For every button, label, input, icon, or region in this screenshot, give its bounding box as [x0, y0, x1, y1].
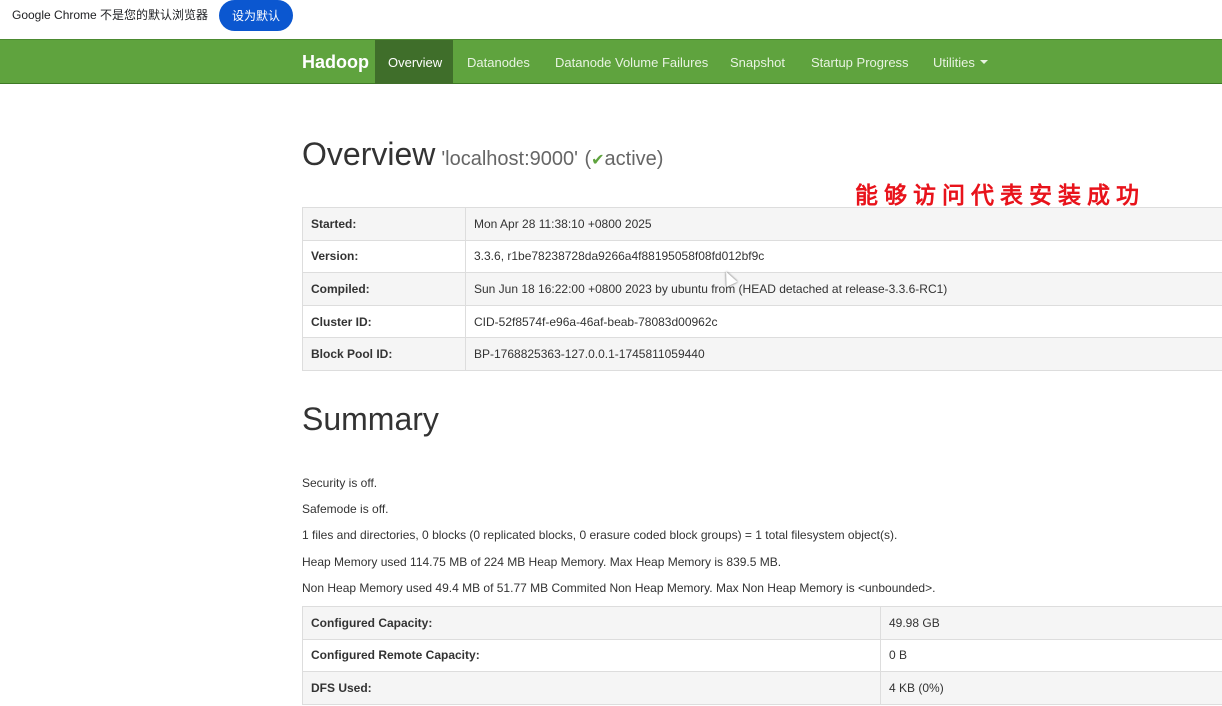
table-row: Started: Mon Apr 28 11:38:10 +0800 2025 — [302, 207, 1222, 241]
summary-line: Non Heap Memory used 49.4 MB of 51.77 MB… — [302, 581, 936, 595]
infobar-message: Google Chrome 不是您的默认浏览器 — [12, 8, 209, 22]
tab-utilities-label: Utilities — [933, 54, 975, 70]
table-row: Version: 3.3.6, r1be78238728da9266a4f881… — [302, 239, 1222, 273]
row-value: 49.98 GB — [880, 606, 1222, 640]
row-key: Cluster ID: — [302, 304, 466, 338]
summary-line: Security is off. — [302, 476, 378, 490]
tab-datanode-volume-failures[interactable]: Datanode Volume Failures — [542, 40, 721, 84]
top-navbar: Hadoop Overview Datanodes Datanode Volum… — [0, 39, 1222, 84]
row-value: 4 KB (0%) — [880, 671, 1222, 705]
row-value: CID-52f8574f-e96a-46af-beab-78083d00962c — [465, 304, 1222, 338]
set-default-button[interactable]: 设为默认 — [219, 0, 293, 31]
table-row: Configured Remote Capacity: 0 B — [302, 638, 1222, 672]
check-icon: ✔ — [591, 152, 605, 169]
row-value: 0 B — [880, 638, 1222, 672]
row-key: Compiled: — [302, 272, 466, 306]
row-value: BP-1768825363-127.0.0.1-1745811059440 — [465, 337, 1222, 371]
summary-line: Heap Memory used 114.75 MB of 224 MB Hea… — [302, 555, 782, 569]
summary-table: Configured Capacity: 49.98 GB Configured… — [302, 606, 1222, 705]
row-key: Configured Capacity: — [302, 606, 881, 640]
row-key: Started: — [302, 207, 466, 241]
tab-utilities[interactable]: Utilities — [920, 40, 1001, 84]
state-label: active) — [604, 148, 664, 170]
row-value: 3.3.6, r1be78238728da9266a4f88195058f08f… — [465, 239, 1222, 273]
summary-line: 1 files and directories, 0 blocks (0 rep… — [302, 528, 898, 542]
tab-snapshot[interactable]: Snapshot — [717, 40, 798, 84]
overview-title: Overview — [302, 136, 436, 172]
row-key: DFS Used: — [302, 671, 881, 705]
row-key: Configured Remote Capacity: — [302, 638, 881, 672]
table-row: Compiled: Sun Jun 18 16:22:00 +0800 2023… — [302, 272, 1222, 306]
summary-title: Summary — [302, 401, 439, 437]
page-title: Overview'localhost:9000' (✔active) — [302, 136, 663, 173]
table-row: Configured Capacity: 49.98 GB — [302, 606, 1222, 640]
row-value: Mon Apr 28 11:38:10 +0800 2025 — [465, 207, 1222, 241]
table-row: DFS Used: 4 KB (0%) — [302, 671, 1222, 705]
tab-datanodes[interactable]: Datanodes — [454, 40, 543, 84]
caret-down-icon — [979, 60, 988, 64]
row-value: Sun Jun 18 16:22:00 +0800 2023 by ubuntu… — [465, 272, 1222, 306]
chrome-infobar: Google Chrome 不是您的默认浏览器 设为默认 — [0, 0, 1222, 38]
namenode-state: (✔active) — [584, 148, 663, 170]
tab-overview[interactable]: Overview — [375, 40, 453, 84]
brand-logo[interactable]: Hadoop — [302, 40, 369, 84]
namenode-host: 'localhost:9000' — [441, 148, 578, 170]
summary-line: Safemode is off. — [302, 502, 389, 516]
tab-startup-progress[interactable]: Startup Progress — [798, 40, 922, 84]
row-key: Version: — [302, 239, 466, 273]
overview-table: Started: Mon Apr 28 11:38:10 +0800 2025 … — [302, 207, 1222, 371]
table-row: Cluster ID: CID-52f8574f-e96a-46af-beab-… — [302, 304, 1222, 338]
table-row: Block Pool ID: BP-1768825363-127.0.0.1-1… — [302, 337, 1222, 371]
row-key: Block Pool ID: — [302, 337, 466, 371]
install-success-annotation: 能够访问代表安装成功 — [855, 182, 1145, 209]
